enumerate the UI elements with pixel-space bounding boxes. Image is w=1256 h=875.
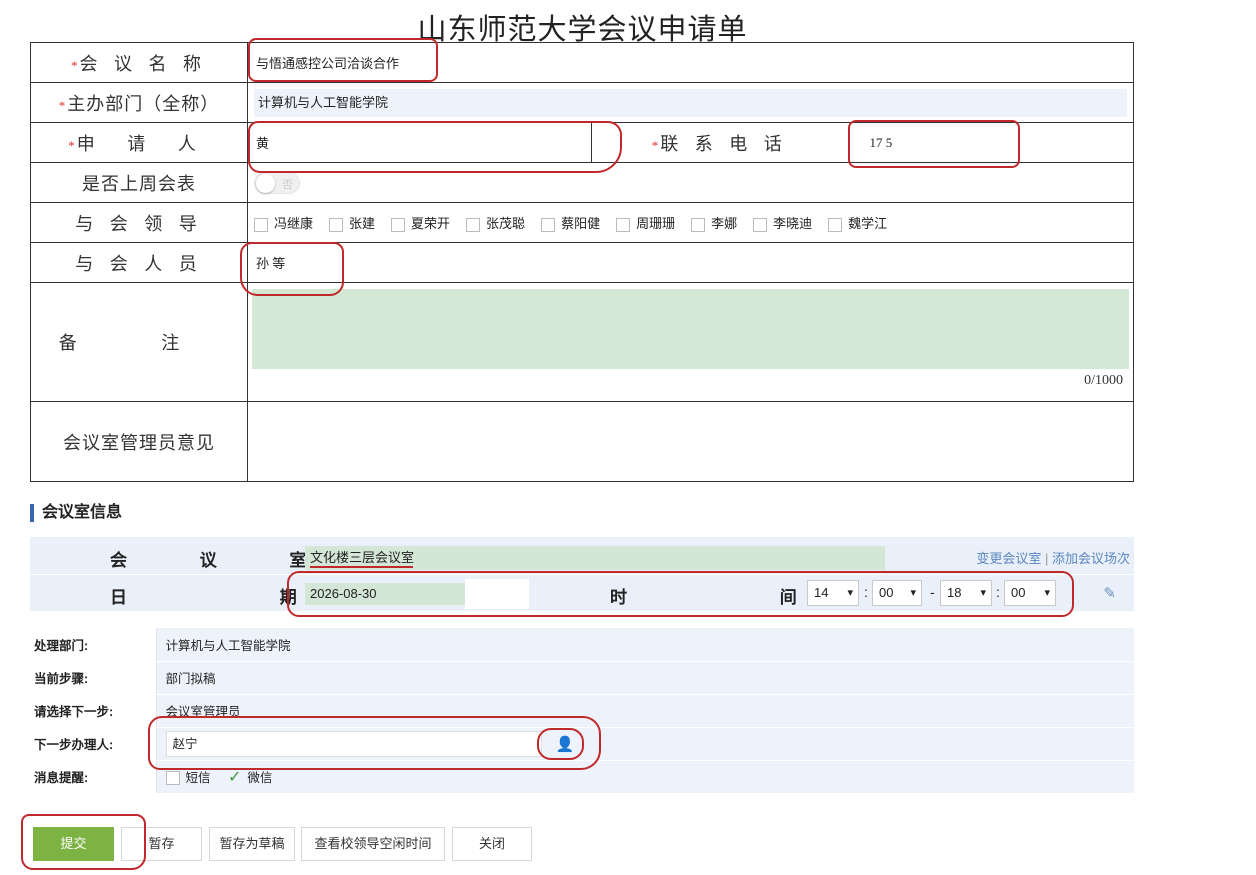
host-dept-label: 主办部门（全称） [67,93,220,114]
applicant-label: 申 请 人 [76,133,210,154]
checkbox[interactable] [616,217,631,232]
change-room-link[interactable]: 变更会议室 [976,551,1041,566]
meeting-name-label-cell: * 会 议 名 称 [30,42,248,83]
leader-name: 魏学江 [848,215,888,231]
weekly-label: 是否上周会表 [30,162,248,203]
save-draft-button[interactable]: 暂存为草稿 [209,827,295,861]
step-value: 部门拟稿 [156,661,1134,695]
room-row: 会 议 室 文化楼三层会议室 变更会议室 | 添加会议场次 [30,537,1134,573]
leader-name: 夏荣开 [411,215,451,231]
dept-label: 处理部门: [30,628,157,662]
host-dept-label-cell: * 主办部门（全称） [30,82,248,123]
annotation-picker [537,728,584,760]
handler-label: 下一步办理人: [30,727,157,761]
required-mark: * [68,137,75,153]
checkbox[interactable] [828,217,843,232]
admin-opinion-label: 会议室管理员意见 [30,401,248,482]
wechat-label: 微信 [247,770,273,785]
leaders-checkbox-group: 冯继康 张建 夏荣开 张茂聪 蔡阳健 周珊珊 李娜 李晓迪 魏学江 [247,202,1134,243]
leader-name: 蔡阳健 [561,215,601,231]
phone-label: 联 系 电 话 [660,133,788,154]
remark-textarea[interactable] [252,289,1129,369]
required-mark: * [651,137,659,153]
applicant-label-cell: * 申 请 人 [30,122,248,163]
leader-option[interactable]: 李晓迪 [753,215,813,232]
checkbox[interactable] [753,217,768,232]
leader-name: 周珊珊 [636,215,676,231]
leader-option[interactable]: 冯继康 [254,215,314,232]
annotation-attendees [240,242,344,296]
application-form: * 会 议 名 称 与悟通感控公司洽谈合作 * 主办部门（全称） 计算机与人工智能学… [30,42,1134,482]
phone-label-cell: * 联 系 电 话 [591,122,848,163]
leader-option[interactable]: 蔡阳健 [541,215,601,232]
add-session-link[interactable]: 添加会议场次 [1052,551,1130,566]
wechat-check-icon[interactable]: ✓ [228,769,241,786]
dept-value: 计算机与人工智能学院 [156,628,1134,662]
required-mark: * [58,97,66,113]
toggle-knob [256,173,275,193]
annotation-submit [21,814,146,870]
step-label: 当前步骤: [30,661,157,695]
leader-option[interactable]: 张茂聪 [466,215,526,232]
leader-name: 张建 [349,215,376,231]
annotation-applicant [248,121,622,173]
leader-name: 李娜 [711,215,738,231]
pencil-icon[interactable]: ✎ [1103,584,1116,602]
leader-name: 张茂聪 [486,215,526,231]
leader-option[interactable]: 李娜 [691,215,738,232]
check-leader-time-button[interactable]: 查看校领导空闲时间 [301,827,445,861]
leader-option[interactable]: 张建 [329,215,376,232]
checkbox[interactable] [541,217,556,232]
section-title-room: 会议室信息 [30,504,122,522]
leader-option[interactable]: 夏荣开 [391,215,451,232]
leaders-label: 与 会 领 导 [30,202,248,243]
close-button[interactable]: 关闭 [452,827,532,861]
sms-label: 短信 [185,770,211,785]
checkbox[interactable] [466,217,481,232]
checkbox[interactable] [391,217,406,232]
annotation-room-underline [310,566,413,568]
admin-opinion-field [247,401,1134,482]
annotation-meeting-name [248,38,438,82]
annotation-phone [848,120,1020,168]
sms-checkbox[interactable] [165,771,180,786]
remark-counter: 0/1000 [1084,373,1123,388]
required-mark: * [71,57,78,73]
leader-option[interactable]: 魏学江 [828,215,888,232]
remark-label: 备 注 [30,282,248,402]
checkbox[interactable] [254,217,268,232]
leader-name: 李晓迪 [773,215,813,231]
host-dept-field[interactable]: 计算机与人工智能学院 [254,88,1127,117]
checkbox[interactable] [691,217,706,232]
leader-option[interactable]: 周珊珊 [616,215,676,232]
toggle-text: 否 [282,178,293,191]
annotation-date-time [287,571,1074,617]
attendees-label: 与 会 人 员 [30,242,248,283]
checkbox[interactable] [329,217,344,232]
annotation-handler [148,716,601,770]
remind-label: 消息提醒: [30,760,157,794]
link-separator: | [1044,551,1049,566]
meeting-name-label: 会 议 名 称 [79,53,207,74]
leader-name: 冯继康 [274,215,314,231]
room-links: 变更会议室 | 添加会议场次 [976,548,1130,567]
weekly-toggle[interactable]: 否 [254,171,300,194]
next-step-label: 请选择下一步: [30,694,157,728]
